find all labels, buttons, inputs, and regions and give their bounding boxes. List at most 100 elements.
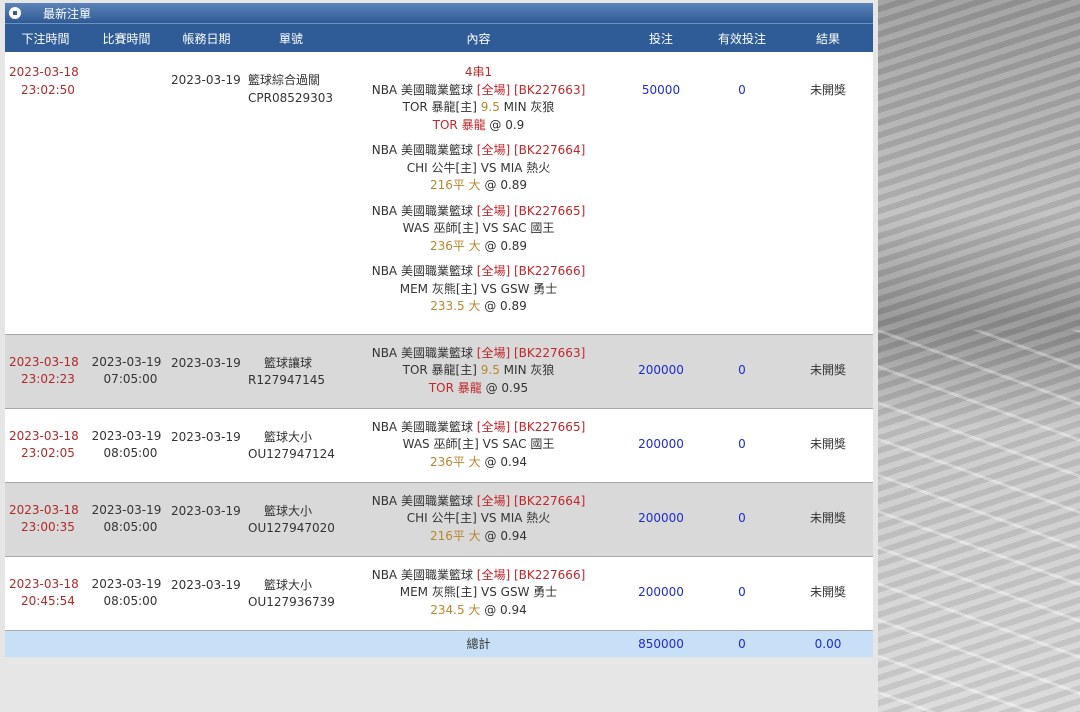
leg-matchup-line: MEM 灰熊[主] VS GSW 勇士 <box>337 584 620 602</box>
bet-time-cell: 2023-03-18 23:02:05 <box>5 408 86 483</box>
bet-row: 2023-03-18 23:02:50 2023-03-19 籃球綜合過關 CP… <box>5 52 873 335</box>
panel-titlebar: 最新注單 <box>5 3 873 23</box>
leg-period: [全場] <box>476 567 511 582</box>
bet-time-cell: 2023-03-18 23:02:50 <box>5 52 86 335</box>
content-cell: NBA 美國職業籃球 [全場] [BK227665] WAS 巫師[主] VS … <box>336 408 621 483</box>
totals-stake: 850000 <box>621 630 701 659</box>
leg-home-team: TOR 暴龍[主] <box>402 100 477 114</box>
match-time-cell: 2023-03-19 08:05:00 <box>86 556 167 631</box>
leg-away-team: MIA 熱火 <box>500 160 551 175</box>
col-header-bet-time: 下注時間 <box>5 23 86 52</box>
leg-league: NBA 美國職業籃球 <box>371 419 473 434</box>
table-header-row: 下注時間 比賽時間 帳務日期 單號 內容 投注 有效投注 結果 <box>5 23 873 52</box>
leg-league-line: NBA 美國職業籃球 [全場] [BK227664] <box>337 493 620 511</box>
leg-league-line: NBA 美國職業籃球 [全場] [BK227663] <box>337 82 620 100</box>
leg-odds: @ 0.9 <box>489 117 525 132</box>
leg-away-team: MIN 灰狼 <box>503 363 555 378</box>
leg-period: [全場] <box>476 82 511 97</box>
leg-pick: TOR 暴龍 <box>428 380 482 395</box>
leg-line: VS <box>481 281 497 296</box>
leg-line: 9.5 <box>480 363 500 378</box>
leg-pick: 233.5 大 <box>430 299 481 313</box>
slip-cell: 籃球讓球 R127947145 <box>246 334 336 409</box>
leg-league-line: NBA 美國職業籃球 [全場] [BK227663] <box>337 345 620 363</box>
leg-event-code: [BK227663] <box>513 82 586 97</box>
leg-league: NBA 美國職業籃球 <box>371 345 473 360</box>
bet-date: 2023-03-18 <box>9 65 79 79</box>
bet-leg: NBA 美國職業籃球 [全場] [BK227666] MEM 灰熊[主] VS … <box>337 567 620 620</box>
leg-league-line: NBA 美國職業籃球 [全場] [BK227666] <box>337 263 620 281</box>
slip-number: R127947145 <box>248 373 326 387</box>
stadium-background-image <box>878 0 1080 712</box>
slip-cell: 籃球大小 OU127947020 <box>246 482 336 557</box>
leg-matchup-line: TOR 暴龍[主] 9.5 MIN 灰狼 <box>337 362 620 380</box>
leg-odds: @ 0.94 <box>484 454 528 469</box>
leg-league-line: NBA 美國職業籃球 [全場] [BK227665] <box>337 203 620 221</box>
bet-leg: NBA 美國職業籃球 [全場] [BK227663] TOR 暴龍[主] 9.5… <box>337 345 620 398</box>
leg-pick-line: 216平 大 @ 0.94 <box>337 528 620 546</box>
soccer-ball-icon <box>9 7 21 19</box>
leg-pick-line: 234.5 大 @ 0.94 <box>337 602 620 620</box>
leg-pick-line: TOR 暴龍 @ 0.95 <box>337 380 620 398</box>
effective-stake-cell: 0 <box>701 334 783 409</box>
match-clock: 08:05:00 <box>103 520 158 534</box>
leg-away-team: GSW 勇士 <box>500 281 558 296</box>
leg-line: VS <box>480 511 497 526</box>
leg-away-team: SAC 國王 <box>502 437 555 452</box>
bet-type: 籃球大小 <box>264 577 313 592</box>
leg-pick-line: 236平 大 @ 0.94 <box>337 454 620 472</box>
leg-event-code: [BK227665] <box>513 203 586 218</box>
account-date: 2023-03-19 <box>171 577 241 592</box>
account-date-cell: 2023-03-19 <box>167 482 246 557</box>
bet-leg: NBA 美國職業籃球 [全場] [BK227663] TOR 暴龍[主] 9.5… <box>337 82 620 135</box>
effective-stake-cell: 0 <box>701 408 783 483</box>
match-time-cell: 2023-03-19 08:05:00 <box>86 408 167 483</box>
parlay-label: 4串1 <box>464 65 493 79</box>
leg-pick: TOR 暴龍 <box>432 117 486 132</box>
stake-cell: 50000 <box>621 52 701 335</box>
match-clock: 08:05:00 <box>103 446 158 460</box>
leg-line: 9.5 <box>480 100 500 114</box>
leg-odds: @ 0.89 <box>484 238 528 253</box>
leg-period: [全場] <box>476 345 511 360</box>
effective-stake-cell: 0 <box>701 482 783 557</box>
leg-matchup-line: WAS 巫師[主] VS SAC 國王 <box>337 220 620 238</box>
stake-cell: 200000 <box>621 482 701 557</box>
leg-odds: @ 0.89 <box>484 178 528 192</box>
bet-date: 2023-03-18 <box>9 428 79 443</box>
leg-line: VS <box>480 160 497 175</box>
latest-bets-panel: 最新注單 下注時間 比賽時間 帳務日期 單號 內容 投注 有效投注 結果 202… <box>5 3 873 659</box>
match-time-cell: 2023-03-19 08:05:00 <box>86 482 167 557</box>
account-date-cell: 2023-03-19 <box>167 556 246 631</box>
leg-league: NBA 美國職業籃球 <box>371 82 473 97</box>
leg-event-code: [BK227666] <box>513 567 586 582</box>
slip-cell: 籃球大小 OU127947124 <box>246 408 336 483</box>
leg-league: NBA 美國職業籃球 <box>371 567 473 582</box>
leg-event-code: [BK227665] <box>513 419 586 434</box>
leg-pick-line: 233.5 大 @ 0.89 <box>337 298 620 316</box>
bet-type: 籃球大小 <box>264 429 313 444</box>
leg-pick: 216平 大 <box>429 528 481 543</box>
content-cell: NBA 美國職業籃球 [全場] [BK227666] MEM 灰熊[主] VS … <box>336 556 621 631</box>
leg-period: [全場] <box>476 419 511 434</box>
leg-period: [全場] <box>476 493 511 508</box>
effective-stake-cell: 0 <box>701 556 783 631</box>
leg-line: VS <box>482 221 499 235</box>
leg-line: VS <box>482 437 499 452</box>
bet-leg: NBA 美國職業籃球 [全場] [BK227665] WAS 巫師[主] VS … <box>337 203 620 256</box>
leg-pick: 236平 大 <box>429 454 481 469</box>
result-cell: 未開獎 <box>783 556 873 631</box>
bet-clock: 23:02:23 <box>21 372 75 386</box>
leg-period: [全場] <box>476 203 511 218</box>
bet-leg: NBA 美國職業籃球 [全場] [BK227664] CHI 公牛[主] VS … <box>337 142 620 195</box>
match-time-cell <box>86 52 167 335</box>
leg-odds: @ 0.95 <box>485 380 529 395</box>
col-header-slip-number: 單號 <box>246 23 336 52</box>
leg-odds: @ 0.89 <box>484 299 527 313</box>
stake-cell: 200000 <box>621 556 701 631</box>
match-time-cell: 2023-03-19 07:05:00 <box>86 334 167 409</box>
account-date: 2023-03-19 <box>171 429 241 444</box>
leg-odds: @ 0.94 <box>484 602 527 617</box>
match-date: 2023-03-19 <box>91 502 162 517</box>
result-cell: 未開獎 <box>783 482 873 557</box>
